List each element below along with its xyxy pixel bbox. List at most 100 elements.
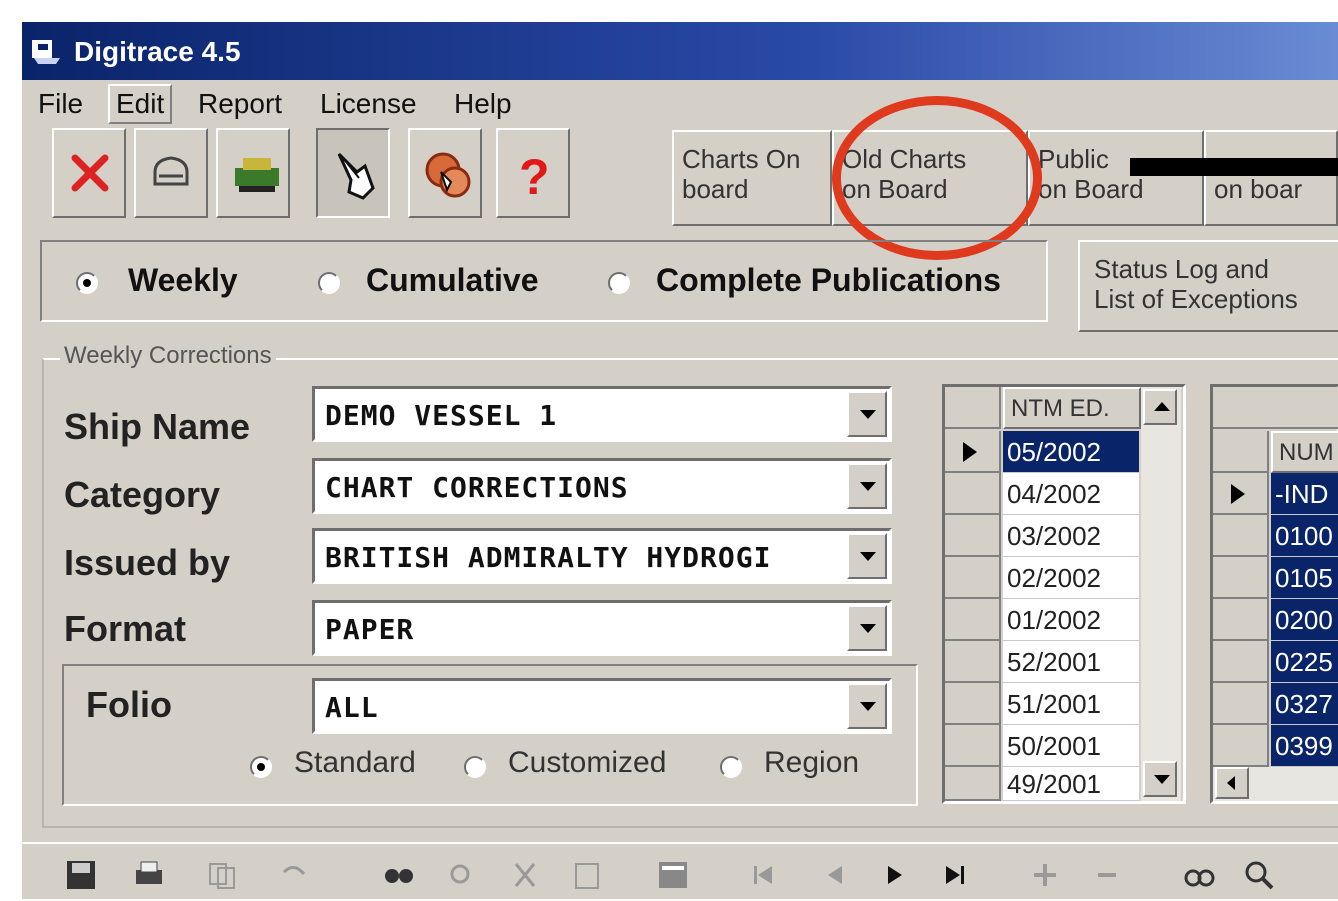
num-header-label: NUM	[1279, 439, 1334, 466]
close-icon	[71, 154, 109, 192]
num-row[interactable]: -IND	[1271, 473, 1338, 515]
print-button[interactable]	[134, 128, 208, 218]
row-selector[interactable]	[1213, 515, 1269, 557]
tab-charts-on-board[interactable]: Charts On board	[672, 130, 832, 226]
help-button[interactable]: ?	[496, 128, 570, 218]
menu-file[interactable]: File	[32, 88, 89, 120]
row-selector[interactable]	[1213, 641, 1269, 683]
cumulative-label: Cumulative	[366, 262, 539, 298]
highlight-circle	[832, 96, 1042, 260]
num-row[interactable]: 0399	[1271, 725, 1338, 767]
copy-icon[interactable]	[206, 858, 240, 892]
ntm-row[interactable]: 50/2001	[1003, 725, 1139, 767]
row-selector[interactable]	[945, 683, 1001, 725]
zoom-icon[interactable]	[1242, 858, 1276, 892]
weekly-label: Weekly	[128, 262, 238, 298]
find-icon[interactable]	[382, 858, 416, 892]
chevron-down-icon[interactable]	[847, 391, 887, 437]
issued-by-select[interactable]: BRITISH ADMIRALTY HYDROGI	[312, 528, 892, 584]
row-selector[interactable]	[945, 725, 1001, 767]
ntm-row[interactable]: 03/2002	[1003, 515, 1139, 557]
grid-view-icon[interactable]	[656, 858, 690, 892]
settings-button[interactable]	[408, 128, 482, 218]
ntm-row[interactable]: 52/2001	[1003, 641, 1139, 683]
menu-report[interactable]: Report	[192, 88, 288, 120]
svg-text:?: ?	[519, 149, 550, 204]
find-next-icon[interactable]	[446, 858, 480, 892]
select-button[interactable]	[316, 128, 390, 218]
redaction-bar	[1130, 158, 1338, 176]
row-selector[interactable]	[1213, 725, 1269, 767]
ship-name-select[interactable]: DEMO VESSEL 1	[312, 386, 892, 442]
chevron-down-icon[interactable]	[847, 533, 887, 579]
scroll-down-button[interactable]	[1143, 761, 1177, 797]
num-row[interactable]: 0100	[1271, 515, 1338, 557]
ntm-row[interactable]: 04/2002	[1003, 473, 1139, 515]
format-select[interactable]: PAPER	[312, 600, 892, 656]
cumulative-radio[interactable]	[318, 272, 340, 294]
folio-select[interactable]: ALL	[312, 678, 892, 734]
delete-button[interactable]	[52, 128, 126, 218]
paste-icon[interactable]	[570, 858, 604, 892]
stamp-button[interactable]	[216, 128, 290, 218]
row-selector[interactable]	[945, 599, 1001, 641]
row-selector[interactable]	[945, 515, 1001, 557]
chevron-down-icon[interactable]	[847, 683, 887, 729]
tab-on-board[interactable]: on boar	[1204, 130, 1338, 226]
menu-edit[interactable]: Edit	[108, 84, 173, 124]
menu-help[interactable]: Help	[448, 88, 518, 120]
category-label: Category	[64, 474, 221, 515]
print-icon[interactable]	[132, 858, 166, 892]
add-record-icon[interactable]	[1028, 858, 1062, 892]
grid-corner	[945, 387, 1001, 429]
num-hscrollbar[interactable]	[1213, 767, 1338, 801]
weekly-radio[interactable]	[76, 272, 98, 294]
chevron-down-icon[interactable]	[847, 463, 887, 509]
cut-icon[interactable]	[508, 858, 542, 892]
ntm-row[interactable]: 01/2002	[1003, 599, 1139, 641]
scroll-up-button[interactable]	[1143, 389, 1177, 425]
row-selector[interactable]	[945, 431, 1001, 473]
region-radio[interactable]	[720, 756, 742, 778]
ntm-scrollbar[interactable]	[1141, 387, 1181, 801]
customized-radio[interactable]	[464, 756, 486, 778]
save-icon[interactable]	[64, 858, 98, 892]
row-selector[interactable]	[1213, 473, 1269, 515]
complete-publications-radio[interactable]	[608, 272, 630, 294]
title-bar: Digitrace 4.5	[22, 22, 1338, 80]
row-selector[interactable]	[1213, 683, 1269, 725]
binoculars-icon[interactable]	[1182, 858, 1216, 892]
previous-record-icon[interactable]	[818, 858, 852, 892]
num-row[interactable]: 0105	[1271, 557, 1338, 599]
num-row[interactable]: 0225	[1271, 641, 1338, 683]
row-selector[interactable]	[945, 767, 1001, 801]
undo-icon[interactable]	[276, 858, 310, 892]
row-selector[interactable]	[945, 473, 1001, 515]
delete-record-icon[interactable]	[1090, 858, 1124, 892]
row-selector[interactable]	[945, 641, 1001, 683]
scroll-left-button[interactable]	[1215, 767, 1249, 799]
num-row[interactable]: 0327	[1271, 683, 1338, 725]
ntm-row[interactable]: 51/2001	[1003, 683, 1139, 725]
ntm-row[interactable]: 02/2002	[1003, 557, 1139, 599]
issued-by-value: BRITISH ADMIRALTY HYDROGI	[325, 541, 772, 574]
ntm-row[interactable]: 49/2001	[1003, 767, 1139, 801]
category-value: CHART CORRECTIONS	[325, 471, 629, 504]
standard-radio[interactable]	[250, 756, 272, 778]
tab-publications-on-board[interactable]: Public on Board	[1028, 130, 1204, 226]
next-record-icon[interactable]	[878, 858, 912, 892]
category-select[interactable]: CHART CORRECTIONS	[312, 458, 892, 514]
row-selector[interactable]	[1213, 599, 1269, 641]
menu-license[interactable]: License	[314, 88, 423, 120]
status-log-button[interactable]: Status Log and List of Exceptions	[1078, 240, 1338, 332]
row-selector[interactable]	[945, 557, 1001, 599]
last-record-icon[interactable]	[938, 858, 972, 892]
num-row[interactable]: 0200	[1271, 599, 1338, 641]
first-record-icon[interactable]	[746, 858, 780, 892]
chevron-down-icon[interactable]	[847, 605, 887, 651]
format-value: PAPER	[325, 613, 415, 646]
ntm-row[interactable]: 05/2002	[1003, 431, 1139, 473]
ntm-header[interactable]: NTM ED.	[1003, 387, 1141, 429]
num-header[interactable]: NUM	[1271, 431, 1338, 473]
row-selector[interactable]	[1213, 557, 1269, 599]
